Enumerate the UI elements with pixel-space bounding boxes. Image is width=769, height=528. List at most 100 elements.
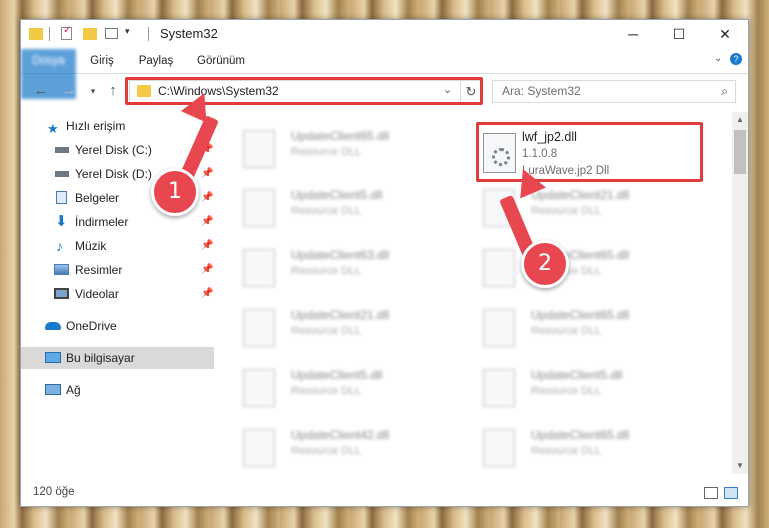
expand-ribbon-icon[interactable]: ⌄ <box>714 53 722 64</box>
scrollbar-thumb[interactable] <box>734 130 746 174</box>
list-item[interactable]: UpdateClient21.dll Resource DLL <box>239 303 469 353</box>
customize-toolbar-icon[interactable] <box>105 28 118 39</box>
sidebar-item-label: Ağ <box>66 383 81 397</box>
ribbon-tabs: Dosya Giriş Paylaş Görünüm ⌄ ? <box>21 49 748 99</box>
download-icon: ⬇ <box>55 213 68 230</box>
window-title: System32 <box>160 26 218 41</box>
vertical-scrollbar[interactable]: ▲ ▼ <box>732 112 748 474</box>
sidebar-item-network[interactable]: Ağ <box>21 379 214 401</box>
music-icon: ♪ <box>56 238 63 254</box>
sidebar-item-local-disk-c[interactable]: Yerel Disk (C:) 📌 <box>21 139 214 161</box>
details-view-icon[interactable] <box>704 487 718 499</box>
sidebar-item-label: Yerel Disk (D:) <box>75 167 152 181</box>
sidebar-item-music[interactable]: ♪ Müzik 📌 <box>21 235 214 257</box>
file-description: Resource DLL <box>531 325 602 337</box>
sidebar-item-label: Hızlı erişim <box>66 119 126 133</box>
drive-icon <box>55 171 69 177</box>
list-item[interactable]: UpdateClient65.dll Resource DLL <box>479 243 709 293</box>
dll-file-icon <box>243 189 275 227</box>
file-name: UpdateClient63.dll <box>291 248 390 262</box>
list-item[interactable]: UpdateClient5.dll Resource DLL <box>239 363 469 413</box>
file-name: UpdateClient5.dll <box>291 368 383 382</box>
sidebar-item-videos[interactable]: Videolar 📌 <box>21 283 214 305</box>
pin-icon[interactable]: 📌 <box>201 259 213 281</box>
file-description: Resource DLL <box>291 265 362 277</box>
sidebar-item-this-pc[interactable]: Bu bilgisayar <box>21 347 214 369</box>
scroll-down-icon[interactable]: ▼ <box>732 458 748 474</box>
list-item[interactable]: UpdateClient65.dll Resource DLL <box>239 124 469 174</box>
file-description: Resource DLL <box>531 445 602 457</box>
file-name: UpdateClient5.dll <box>531 368 623 382</box>
sidebar-item-quick-access[interactable]: ★ Hızlı erişim <box>21 115 214 137</box>
videos-icon <box>54 288 69 299</box>
dll-file-icon <box>483 249 515 287</box>
list-item[interactable]: UpdateClient5.dll Resource DLL <box>239 183 469 233</box>
divider <box>49 27 50 41</box>
file-description: Resource DLL <box>291 205 362 217</box>
close-button[interactable]: ✕ <box>702 20 748 48</box>
dll-file-icon <box>483 309 515 347</box>
cloud-icon <box>45 322 61 330</box>
pin-icon[interactable]: 📌 <box>201 211 213 233</box>
up-button[interactable]: ↑ <box>105 83 121 99</box>
back-button[interactable]: ← <box>33 83 49 99</box>
list-item[interactable]: UpdateClient65.dll Resource DLL <box>479 303 709 353</box>
title-separator <box>148 27 149 41</box>
minimize-button[interactable]: ─ <box>610 20 656 48</box>
maximize-button[interactable]: ☐ <box>656 20 702 48</box>
scroll-up-icon[interactable]: ▲ <box>732 112 748 128</box>
pin-icon[interactable]: 📌 <box>201 187 213 209</box>
new-folder-icon[interactable] <box>83 28 97 40</box>
file-description: Resource DLL <box>531 205 602 217</box>
list-item[interactable]: UpdateClient63.dll Resource DLL <box>239 243 469 293</box>
file-description: Resource DLL <box>291 385 362 397</box>
address-highlight-box <box>125 77 483 105</box>
dll-file-icon <box>483 369 515 407</box>
explorer-window: ✓ ▾ System32 ─ ☐ ✕ Dosya Giriş Paylaş Gö… <box>20 19 749 507</box>
dll-file-icon <box>483 429 515 467</box>
list-item[interactable]: UpdateClient65.dll Resource DLL <box>479 423 709 473</box>
recent-locations-icon[interactable]: ▾ <box>85 83 101 99</box>
navigation-bar: ← → ▾ ↑ C:\Windows\System32 ⌄ ↻ Ara: Sys… <box>21 75 748 107</box>
tab-view[interactable]: Görünüm <box>193 49 249 73</box>
star-icon: ★ <box>47 121 59 136</box>
tab-share[interactable]: Paylaş <box>134 49 178 73</box>
sidebar-item-downloads[interactable]: ⬇ İndirmeler 📌 <box>21 211 214 233</box>
pin-icon[interactable]: 📌 <box>201 163 213 185</box>
help-icon[interactable]: ? <box>730 53 742 65</box>
file-name: UpdateClient65.dll <box>531 428 630 442</box>
folder-icon <box>29 28 43 40</box>
annotation-badge-1: 1 <box>151 168 199 216</box>
sidebar-item-label: Yerel Disk (C:) <box>75 143 152 157</box>
file-name: UpdateClient65.dll <box>291 129 390 143</box>
file-list: UpdateClient65.dll Resource DLL UpdateCl… <box>217 112 733 474</box>
dll-file-icon <box>243 130 275 168</box>
forward-button[interactable]: → <box>61 83 77 99</box>
annotation-badge-2: 2 <box>521 240 569 288</box>
sidebar-item-pictures[interactable]: Resimler 📌 <box>21 259 214 281</box>
file-description: Resource DLL <box>291 445 362 457</box>
list-item[interactable]: UpdateClient42.dll Resource DLL <box>239 423 469 473</box>
sidebar-item-onedrive[interactable]: OneDrive <box>21 315 214 337</box>
toolbar-dropdown-icon[interactable]: ▾ <box>125 26 130 37</box>
search-icon: ⌕ <box>721 84 728 98</box>
sidebar-item-label: Resimler <box>75 263 123 277</box>
title-bar: ✓ ▾ System32 ─ ☐ ✕ <box>21 20 748 48</box>
item-count: 120 öğe <box>33 486 75 498</box>
list-item[interactable]: UpdateClient5.dll Resource DLL <box>479 363 709 413</box>
pin-icon[interactable]: 📌 <box>201 235 213 257</box>
sidebar-item-label: Müzik <box>75 239 107 253</box>
target-highlight-box <box>476 122 703 182</box>
tiles-view-icon[interactable] <box>724 487 738 499</box>
search-placeholder: Ara: System32 <box>502 84 581 98</box>
sidebar-item-label: Belgeler <box>75 191 120 205</box>
sidebar-item-label: İndirmeler <box>75 215 129 229</box>
properties-icon[interactable]: ✓ <box>61 25 72 40</box>
file-name: UpdateClient21.dll <box>531 188 630 202</box>
sidebar-item-label: OneDrive <box>66 319 117 333</box>
pin-icon[interactable]: 📌 <box>201 283 213 305</box>
search-input[interactable]: Ara: System32 ⌕ <box>492 80 736 103</box>
tab-home[interactable]: Giriş <box>83 49 121 73</box>
dll-file-icon <box>243 309 275 347</box>
dll-file-icon <box>243 249 275 287</box>
